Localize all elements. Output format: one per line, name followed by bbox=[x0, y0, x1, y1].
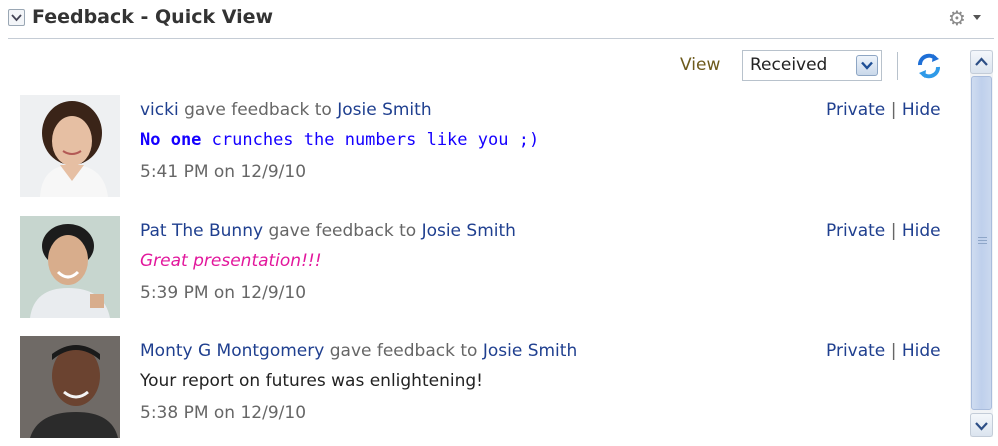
scroll-down-button[interactable] bbox=[970, 413, 993, 437]
feedback-verb: gave feedback to bbox=[184, 100, 332, 120]
avatar bbox=[20, 336, 120, 438]
feedback-verb: gave feedback to bbox=[268, 221, 417, 241]
private-link[interactable]: Private bbox=[826, 100, 885, 120]
gear-icon[interactable]: ⚙ bbox=[948, 6, 966, 30]
feed-item: vicki gave feedback to Josie Smith No on… bbox=[0, 95, 970, 205]
scroll-thumb[interactable] bbox=[971, 76, 992, 410]
scroll-up-button[interactable] bbox=[970, 50, 993, 74]
feedback-message: Your report on futures was enlightening! bbox=[140, 371, 483, 391]
hide-link[interactable]: Hide bbox=[902, 341, 941, 361]
feedback-timestamp: 5:39 PM on 12/9/10 bbox=[140, 283, 307, 303]
header-divider bbox=[8, 38, 994, 39]
private-link[interactable]: Private bbox=[826, 341, 885, 361]
panel-header: Feedback - Quick View ⚙ bbox=[0, 0, 998, 38]
recipient-link[interactable]: Josie Smith bbox=[337, 100, 431, 120]
collapse-button[interactable] bbox=[8, 9, 25, 26]
private-link[interactable]: Private bbox=[826, 221, 885, 241]
chevron-down-icon bbox=[975, 422, 988, 431]
panel-title: Feedback - Quick View bbox=[32, 6, 274, 28]
caret-down-icon[interactable] bbox=[972, 14, 982, 21]
hide-link[interactable]: Hide bbox=[902, 221, 941, 241]
feedback-actions: Private | Hide bbox=[826, 100, 941, 120]
refresh-icon[interactable] bbox=[914, 52, 944, 80]
view-label: View bbox=[680, 55, 721, 75]
dropdown-arrow[interactable] bbox=[856, 55, 878, 76]
feed-item: Pat The Bunny gave feedback to Josie Smi… bbox=[0, 216, 970, 326]
feedback-verb: gave feedback to bbox=[329, 341, 478, 361]
view-select-value: Received bbox=[750, 55, 828, 75]
grip-icon bbox=[978, 237, 987, 246]
toolbar-divider bbox=[897, 52, 898, 80]
avatar bbox=[20, 216, 120, 318]
action-separator: | bbox=[890, 221, 897, 241]
feedback-header: Pat The Bunny gave feedback to Josie Smi… bbox=[140, 221, 516, 241]
vertical-scrollbar[interactable] bbox=[970, 50, 993, 437]
feedback-message-strong: No one bbox=[140, 130, 202, 150]
chevron-down-icon bbox=[11, 14, 22, 22]
hide-link[interactable]: Hide bbox=[902, 100, 941, 120]
sender-link[interactable]: Pat The Bunny bbox=[140, 221, 263, 241]
action-separator: | bbox=[890, 100, 897, 120]
chevron-down-icon bbox=[861, 61, 873, 70]
feedback-message: Great presentation!!! bbox=[140, 251, 322, 271]
avatar bbox=[20, 95, 120, 197]
sender-link[interactable]: vicki bbox=[140, 100, 179, 120]
feedback-actions: Private | Hide bbox=[826, 341, 941, 361]
view-select[interactable]: Received bbox=[742, 50, 882, 81]
feedback-actions: Private | Hide bbox=[826, 221, 941, 241]
feedback-header: Monty G Montgomery gave feedback to Josi… bbox=[140, 341, 577, 361]
feed-item: Monty G Montgomery gave feedback to Josi… bbox=[0, 336, 970, 446]
feedback-message-rest: crunches the numbers like you ;) bbox=[201, 130, 540, 150]
chevron-up-icon bbox=[975, 57, 988, 66]
toolbar: View Received bbox=[0, 50, 998, 84]
feedback-timestamp: 5:41 PM on 12/9/10 bbox=[140, 162, 307, 182]
feedback-header: vicki gave feedback to Josie Smith bbox=[140, 100, 432, 120]
feedback-message: No one crunches the numbers like you ;) bbox=[140, 130, 539, 150]
action-separator: | bbox=[890, 341, 897, 361]
feedback-timestamp: 5:38 PM on 12/9/10 bbox=[140, 403, 307, 423]
recipient-link[interactable]: Josie Smith bbox=[483, 341, 577, 361]
sender-link[interactable]: Monty G Montgomery bbox=[140, 341, 324, 361]
recipient-link[interactable]: Josie Smith bbox=[422, 221, 516, 241]
